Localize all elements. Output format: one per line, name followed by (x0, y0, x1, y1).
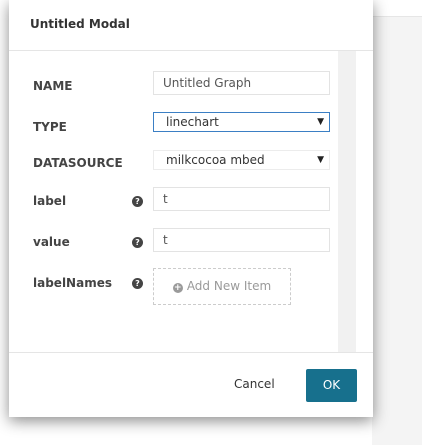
help-icon[interactable]: ? (132, 237, 143, 248)
type-select-value: linechart (166, 115, 219, 129)
help-icon[interactable]: ? (132, 278, 143, 289)
modal-body: NAME Untitled Graph TYPE linechart ▼ DAT… (9, 51, 373, 352)
chevron-down-icon: ▼ (317, 155, 324, 165)
add-new-item-button[interactable]: + Add New Item (153, 268, 291, 305)
chevron-down-icon: ▼ (317, 117, 324, 127)
modal-footer: Cancel OK (9, 352, 373, 418)
label-field-label: label (33, 194, 67, 208)
cancel-button[interactable]: Cancel (234, 377, 275, 391)
label-names-label: labelNames (33, 276, 112, 290)
type-select[interactable]: linechart ▼ (153, 112, 330, 132)
modal-dialog: Untitled Modal NAME Untitled Graph TYPE … (9, 0, 373, 417)
value-field-label: value (33, 235, 70, 249)
background-top-bar (370, 0, 422, 17)
type-label: TYPE (33, 120, 67, 134)
plus-circle-icon: + (172, 283, 183, 293)
add-new-item-label: Add New Item (186, 279, 272, 293)
ok-button[interactable]: OK (306, 369, 357, 402)
name-label: NAME (33, 79, 73, 93)
datasource-select[interactable]: milkcocoa mbed ▼ (153, 150, 330, 170)
datasource-label: DATASOURCE (33, 156, 123, 170)
label-field-input[interactable]: t (153, 187, 330, 211)
datasource-select-value: milkcocoa mbed (166, 153, 265, 167)
help-icon[interactable]: ? (132, 196, 143, 207)
modal-title: Untitled Modal (30, 17, 130, 31)
background-panel (372, 17, 422, 445)
scrollbar-track[interactable] (338, 51, 356, 352)
name-input[interactable]: Untitled Graph (153, 71, 330, 95)
modal-header: Untitled Modal (9, 0, 373, 51)
value-field-input[interactable]: t (153, 228, 330, 252)
